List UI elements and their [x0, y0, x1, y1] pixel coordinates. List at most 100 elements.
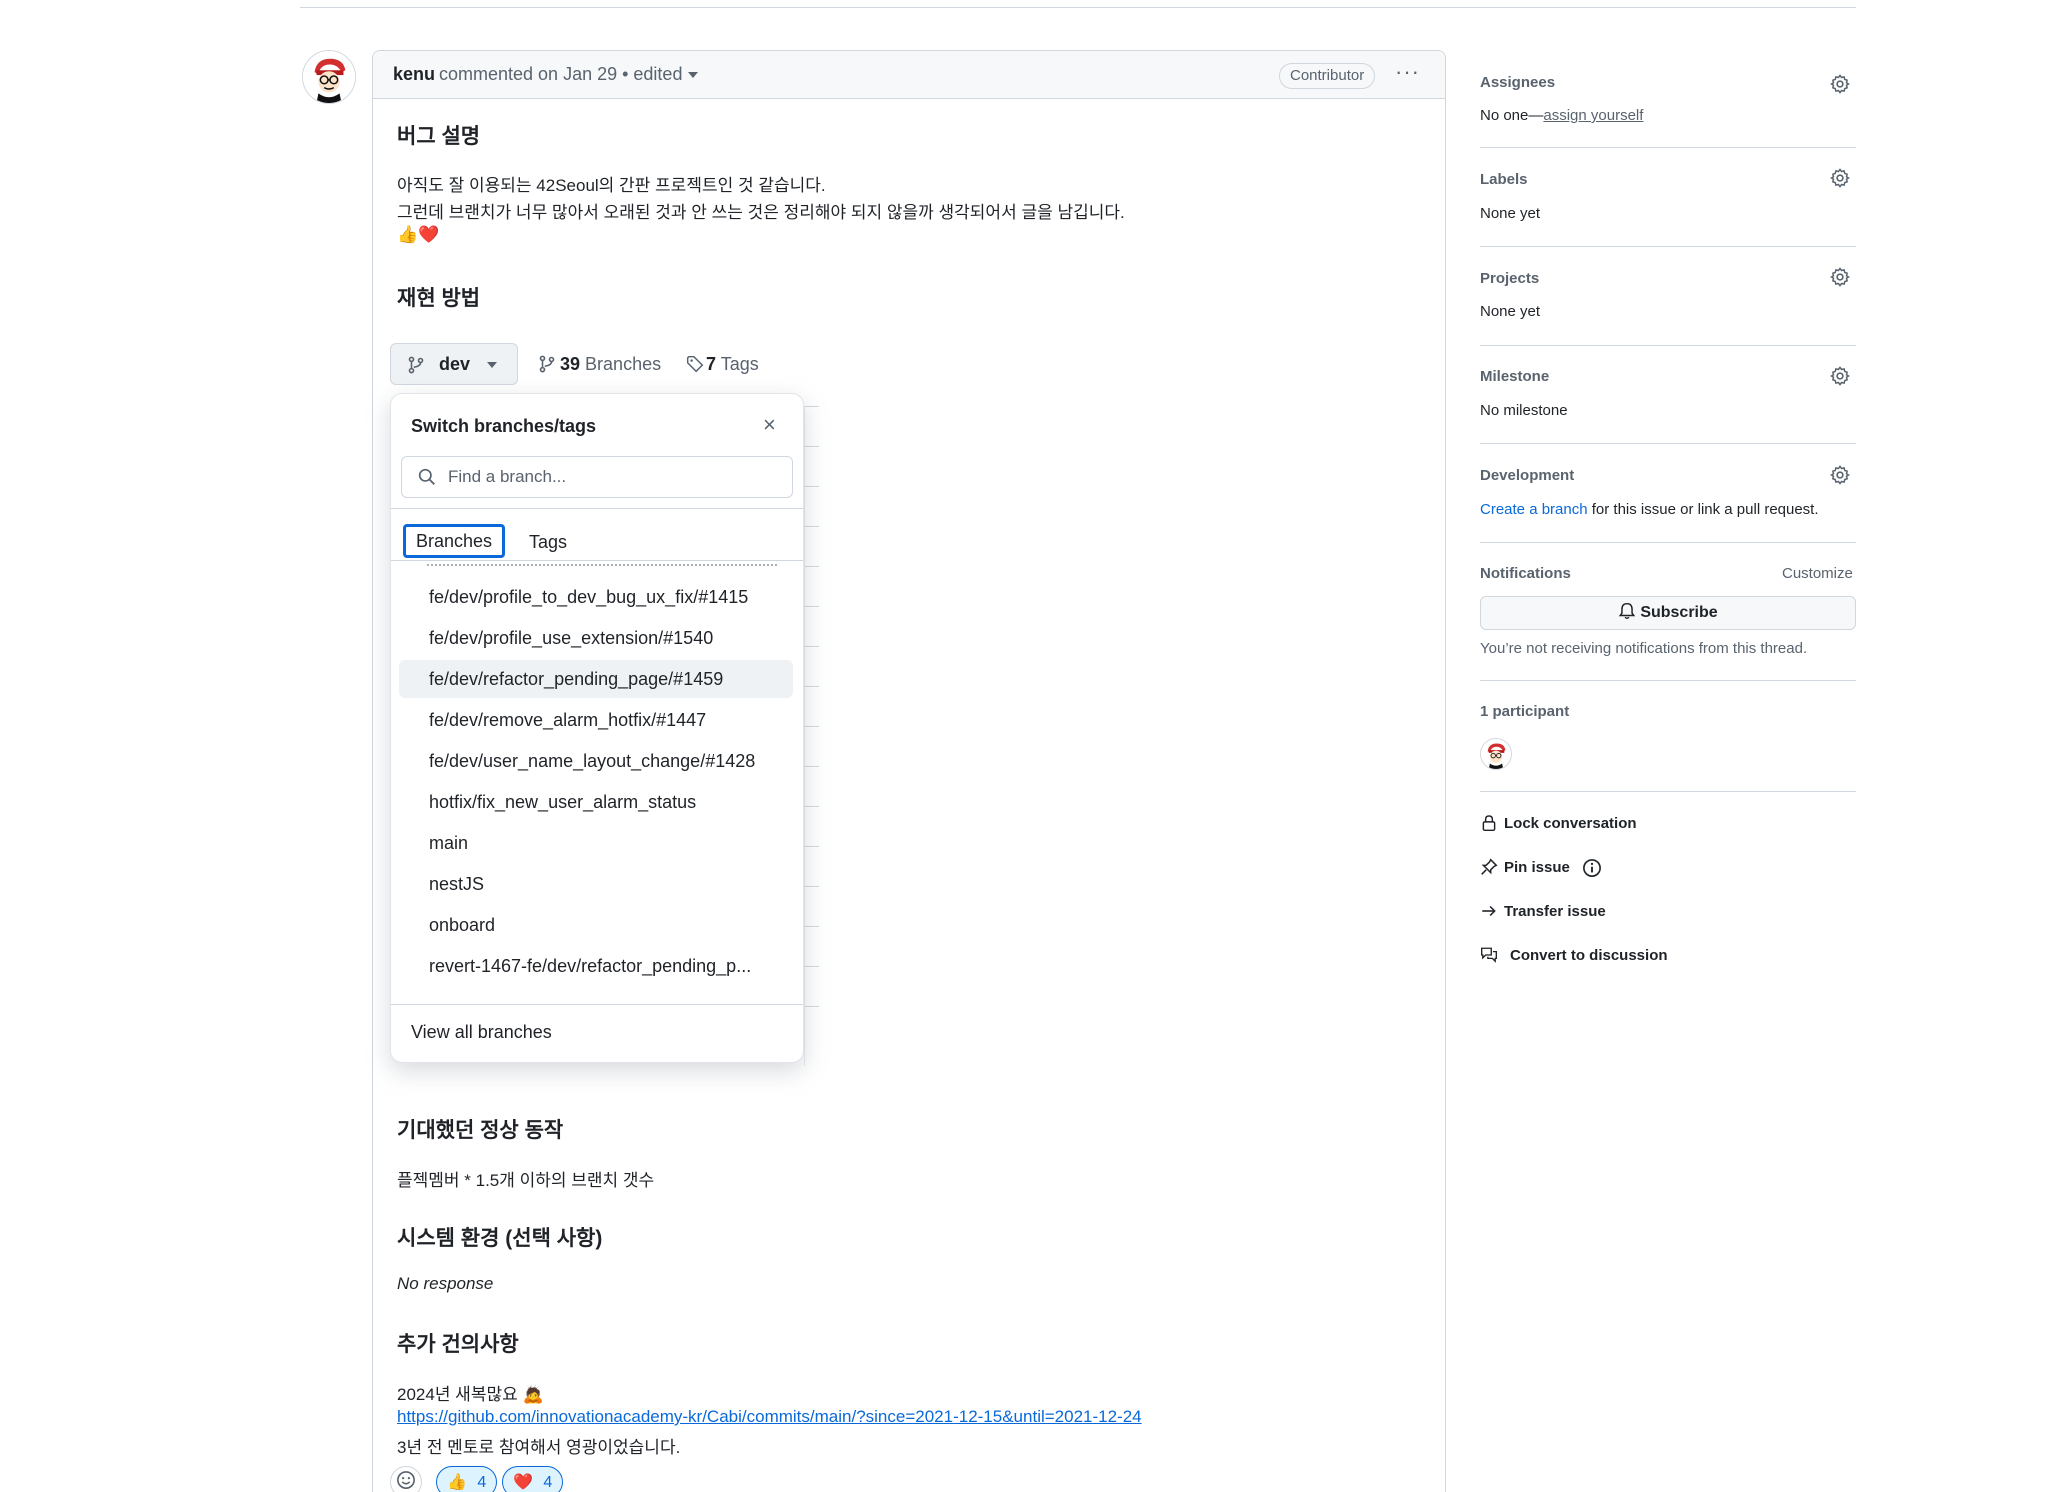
branch-list-item[interactable]: onboard [399, 906, 793, 944]
labels-title[interactable]: Labels [1480, 171, 1528, 188]
popover-divider [391, 1004, 803, 1005]
bug-text-line2: 그런데 브랜치가 너무 많아서 오래된 것과 안 쓰는 것은 정리해야 되지 않… [397, 203, 1125, 222]
comment-header: kenu commented on Jan 29 • edited Contri… [373, 51, 1445, 99]
comment-options-button[interactable]: ··· [1395, 59, 1420, 85]
tags-count-label: Tags [720, 354, 759, 374]
sidebar-divider [1480, 345, 1856, 346]
thumbs-up-count: 4 [477, 1474, 487, 1491]
milestone-value: No milestone [1480, 402, 1568, 419]
branch-list-item[interactable]: fe/dev/refactor_pending_page/#1459 [399, 660, 793, 698]
sidebar-divider [1480, 147, 1856, 148]
branch-list-item[interactable]: nestJS [399, 865, 793, 903]
development-value: Create a branch for this issue or link a… [1480, 501, 1819, 518]
labels-value: None yet [1480, 205, 1541, 222]
subscribe-button[interactable]: Subscribe [1480, 596, 1856, 630]
lock-icon [1482, 815, 1496, 832]
development-title[interactable]: Development [1480, 467, 1574, 484]
sidebar-divider [1480, 680, 1856, 681]
git-branch-icon [539, 355, 555, 373]
background-file-list-strip [804, 406, 820, 1066]
branches-count-link[interactable]: 39 Branches [538, 354, 661, 375]
create-branch-link[interactable]: Create a branch [1480, 501, 1588, 518]
gear-icon[interactable] [1830, 465, 1850, 485]
tag-icon [686, 355, 704, 373]
comment-author[interactable]: kenu [393, 64, 435, 85]
branch-list-item[interactable]: main [399, 824, 793, 862]
chevron-down-icon [487, 362, 497, 368]
participant-avatar[interactable] [1480, 738, 1512, 770]
branch-list-item[interactable]: fe/dev/user_name_layout_change/#1428 [399, 742, 793, 780]
comment-meta[interactable]: commented on Jan 29 • edited [439, 64, 699, 85]
info-icon[interactable] [1582, 858, 1602, 878]
subscribe-label: Subscribe [1640, 604, 1718, 621]
thumbs-up-icon: 👍 [447, 1472, 467, 1491]
view-all-branches-link[interactable]: View all branches [411, 1022, 552, 1043]
gear-icon[interactable] [1830, 74, 1850, 94]
smiley-icon [397, 1471, 415, 1489]
add-reaction-button[interactable] [390, 1466, 422, 1492]
contributor-badge: Contributor [1279, 63, 1376, 89]
milestone-title[interactable]: Milestone [1480, 368, 1549, 385]
branch-list-item[interactable]: fe/dev/profile_use_extension/#1540 [399, 619, 793, 657]
assignees-value: No one—assign yourself [1480, 107, 1643, 124]
sidebar-divider [1480, 443, 1856, 444]
thumbs-up-reaction[interactable]: 👍 4 [436, 1466, 498, 1492]
branch-list-item[interactable]: fe/dev/profile_to_dev_bug_ux_fix/#1415 [399, 578, 793, 616]
extra-heading: 추가 건의사항 [397, 1333, 519, 1356]
heart-reaction[interactable]: ❤️ 4 [502, 1466, 564, 1492]
tabs-divider [391, 560, 803, 561]
popover-divider [391, 508, 803, 509]
expected-heading: 기대했던 정상 동작 [397, 1119, 564, 1142]
gear-icon[interactable] [1830, 366, 1850, 386]
branch-list-item[interactable]: hotfix/fix_new_user_alarm_status [399, 783, 793, 821]
branch-select-button[interactable]: dev [390, 343, 518, 385]
heart-icon: ❤️ [513, 1472, 533, 1491]
bell-icon [1619, 602, 1636, 620]
bug-heading: 버그 설명 [397, 125, 481, 148]
pin-issue-label: Pin issue [1504, 859, 1570, 876]
git-branch-icon [408, 356, 424, 374]
search-icon [418, 468, 435, 485]
bug-text-line1: 아직도 잘 이용되는 42Seoul의 간판 프로젝트인 것 같습니다. [397, 176, 826, 195]
extra-text-line3: 3년 전 멘토로 참여해서 영광이었습니다. [397, 1438, 681, 1457]
chevron-down-icon [688, 72, 699, 79]
assignees-title[interactable]: Assignees [1480, 74, 1555, 91]
convert-to-discussion-label: Convert to discussion [1510, 947, 1668, 964]
environment-text: No response [397, 1274, 494, 1293]
participants-title: 1 participant [1480, 703, 1570, 720]
transfer-issue-label: Transfer issue [1504, 903, 1606, 920]
switch-branches-popover: Switch branches/tags × Branches Tags fe/… [390, 393, 804, 1063]
pin-icon [1481, 858, 1498, 875]
arrow-right-icon [1482, 905, 1496, 917]
tags-count: 7 [706, 354, 717, 374]
gear-icon[interactable] [1830, 168, 1850, 188]
avatar-image [1481, 739, 1511, 769]
branches-count-label: Branches [585, 354, 662, 374]
author-avatar[interactable] [302, 50, 356, 104]
sidebar-divider [1480, 246, 1856, 247]
tags-count-link[interactable]: 7 Tags [686, 354, 759, 375]
popover-title: Switch branches/tags [411, 416, 597, 436]
projects-title[interactable]: Projects [1480, 270, 1539, 287]
customize-link[interactable]: Customize [1782, 565, 1853, 582]
scrolled-list-edge [427, 564, 777, 569]
avatar-image [303, 51, 355, 103]
commits-link[interactable]: https://github.com/innovationacademy-kr/… [397, 1407, 1142, 1427]
current-branch-label: dev [439, 354, 471, 374]
environment-heading: 시스템 환경 (선택 사항) [397, 1227, 603, 1250]
repro-heading: 재현 방법 [397, 287, 481, 310]
branch-search-input[interactable] [448, 465, 778, 489]
branch-list-item[interactable]: revert-1467-fe/dev/refactor_pending_p... [399, 947, 793, 985]
projects-value: None yet [1480, 303, 1541, 320]
development-suffix: for this issue or link a pull request. [1587, 501, 1819, 518]
gear-icon[interactable] [1830, 267, 1850, 287]
branches-count: 39 [560, 354, 581, 374]
tab-branches[interactable]: Branches [403, 524, 506, 558]
tab-tags[interactable]: Tags [529, 528, 567, 556]
assign-yourself-link[interactable]: assign yourself [1543, 107, 1643, 124]
branch-list-item[interactable]: fe/dev/remove_alarm_hotfix/#1447 [399, 701, 793, 739]
close-icon[interactable]: × [763, 412, 776, 438]
extra-text-line1: 2024년 새복많요 🙇 [397, 1385, 544, 1404]
branch-search-field[interactable] [401, 456, 793, 498]
lock-conversation-label: Lock conversation [1504, 815, 1637, 832]
